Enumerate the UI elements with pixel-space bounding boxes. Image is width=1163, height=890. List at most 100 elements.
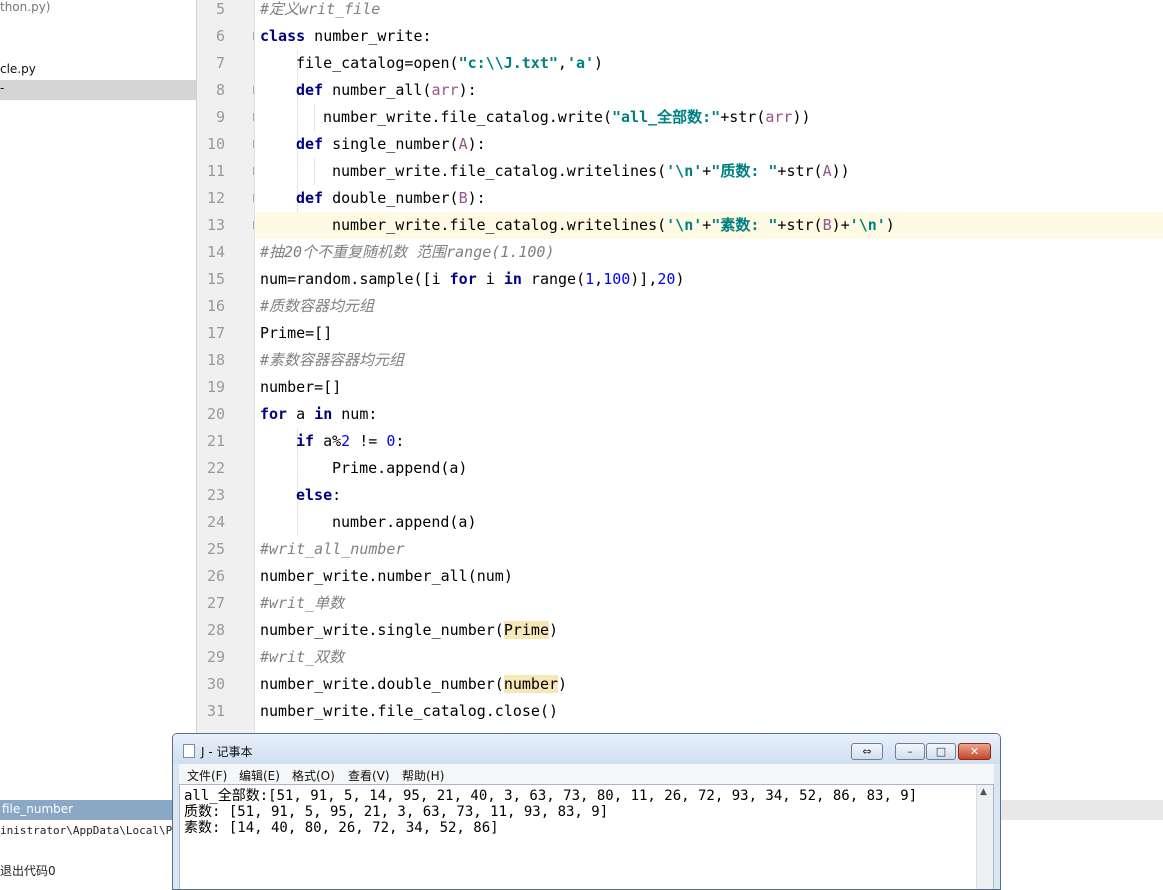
vertical-scrollbar[interactable]: ▲ [976, 785, 993, 889]
code-text: Prime.append(a) [332, 459, 468, 477]
notepad-text-area[interactable]: all_全部数:[51, 91, 5, 14, 95, 21, 40, 3, 6… [179, 784, 994, 889]
code-text: number_write.number_all(num) [260, 567, 513, 585]
code-keyword: for [260, 405, 288, 423]
code-param: A [822, 162, 832, 180]
notepad-text-line: all_全部数:[51, 91, 5, 14, 95, 21, 40, 3, 6… [184, 788, 918, 804]
close-button[interactable]: ✕ [958, 743, 991, 760]
code-text: number_write.file_catalog.close() [260, 702, 559, 720]
code-text: number_write.file_catalog.write( [323, 108, 612, 126]
notepad-window[interactable]: J - 记事本 ⇔ – □ ✕ 文件(F) 编辑(E) 格式(O) 查看(V) … [172, 733, 1001, 890]
code-string: '\n' [849, 216, 886, 234]
code-text: )+ [831, 216, 850, 234]
code-keyword: in [503, 270, 522, 288]
code-keyword: if [296, 432, 315, 450]
code-text: number_write.file_catalog.writelines( [332, 216, 667, 234]
code-line: number_write.file_catalog.writelines('\n… [332, 158, 1163, 185]
menu-edit[interactable]: 编辑(E) [239, 767, 280, 784]
code-text: )) [792, 108, 811, 126]
code-comment: #writ_all_number [260, 540, 405, 558]
line-number: 21 [206, 432, 225, 450]
notepad-text-line: 素数: [14, 40, 80, 26, 72, 34, 52, 86] [184, 820, 499, 836]
project-file-label: - [0, 81, 5, 95]
code-line: number_write.double_number(number) [260, 671, 1163, 698]
code-number: 1 [585, 270, 595, 288]
code-text: +str( [720, 108, 766, 126]
line-number: 19 [206, 378, 225, 396]
code-text: )], [630, 270, 658, 288]
line-number: 30 [206, 675, 225, 693]
menu-file[interactable]: 文件(F) [187, 767, 227, 784]
maximize-button[interactable]: □ [926, 743, 956, 760]
code-string: '\n' [666, 162, 703, 180]
snap-button[interactable]: ⇔ [851, 743, 883, 760]
run-output-path: inistrator\AppData\Local\Pro [0, 824, 186, 837]
line-number: 5 [215, 0, 225, 18]
code-line: #抽20个不重复随机数 范围range(1.100) [260, 239, 1163, 266]
line-number: 17 [206, 324, 225, 342]
indent-guide [314, 104, 315, 131]
notepad-text-line: 质数: [51, 91, 5, 95, 21, 3, 63, 73, 11, 9… [184, 804, 609, 820]
code-comment: #抽20个不重复随机数 范围range(1.100) [260, 243, 555, 261]
line-number: 12 [206, 189, 225, 207]
code-text: , [557, 54, 567, 72]
code-line: def single_number(A): [296, 131, 1163, 158]
code-comment: #素数容器容器均元组 [260, 351, 405, 369]
project-file-item[interactable]: cle.py [0, 62, 36, 76]
code-text: double_number( [323, 189, 459, 207]
code-string: '\n' [666, 216, 703, 234]
code-line: number.append(a) [332, 509, 1163, 536]
project-file-item-selected[interactable]: - [0, 80, 196, 100]
line-number: 10 [206, 135, 225, 153]
minimize-button[interactable]: – [895, 743, 925, 760]
minimize-icon: – [907, 745, 913, 758]
code-text: num=random.sample([i [260, 270, 450, 288]
menu-help[interactable]: 帮助(H) [402, 767, 444, 784]
code-text: ) [558, 675, 568, 693]
code-string: "质数: " [711, 162, 778, 180]
notepad-icon [183, 744, 195, 758]
code-line: #质数容器均元组 [260, 293, 1163, 320]
code-line: file_catalog=open("c:\\J.txt",'a') [296, 50, 1163, 77]
code-text: +str( [777, 162, 823, 180]
line-number: 23 [206, 486, 225, 504]
code-text: +str( [777, 216, 823, 234]
code-text: file_catalog=open( [296, 54, 459, 72]
maximize-icon: □ [935, 745, 947, 758]
line-number: 18 [206, 351, 225, 369]
code-keyword: class [260, 27, 306, 45]
code-text: single_number( [323, 135, 459, 153]
code-line: for a in num: [260, 401, 1163, 428]
code-number: 20 [657, 270, 676, 288]
code-text: != [350, 432, 387, 450]
code-text: a% [314, 432, 342, 450]
menu-view[interactable]: 查看(V) [348, 767, 390, 784]
code-line: def double_number(B): [296, 185, 1163, 212]
code-text: : [395, 432, 405, 450]
code-line: else: [296, 482, 1163, 509]
indent-guide [314, 158, 315, 185]
code-line: #素数容器容器均元组 [260, 347, 1163, 374]
code-line: #writ_单数 [260, 590, 1163, 617]
line-number: 26 [206, 567, 225, 585]
menu-format[interactable]: 格式(O) [292, 767, 335, 784]
code-text: number_write.double_number( [260, 675, 504, 693]
code-text: number_write: [305, 27, 432, 45]
run-tab[interactable]: file_number [0, 800, 176, 820]
notepad-title: J - 记事本 [201, 745, 253, 759]
code-text: a [287, 405, 315, 423]
notepad-titlebar[interactable]: J - 记事本 ⇔ – □ ✕ [173, 734, 1000, 764]
line-number: 25 [206, 540, 225, 558]
code-text: ) [675, 270, 685, 288]
line-number: 24 [206, 513, 225, 531]
line-number: 8 [215, 81, 225, 99]
project-file-item[interactable]: thon.py) [0, 0, 50, 14]
code-keyword: for [449, 270, 477, 288]
scroll-up-icon[interactable]: ▲ [980, 787, 987, 797]
line-number: 31 [206, 702, 225, 720]
code-text: : [332, 486, 342, 504]
code-line-current: number_write.file_catalog.writelines('\n… [255, 212, 1163, 239]
code-editor[interactable]: #定义writ_file class number_write: file_ca… [255, 0, 1163, 734]
code-text: Prime=[] [260, 324, 333, 342]
code-line: class number_write: [260, 23, 1163, 50]
code-text: number.append(a) [332, 513, 477, 531]
